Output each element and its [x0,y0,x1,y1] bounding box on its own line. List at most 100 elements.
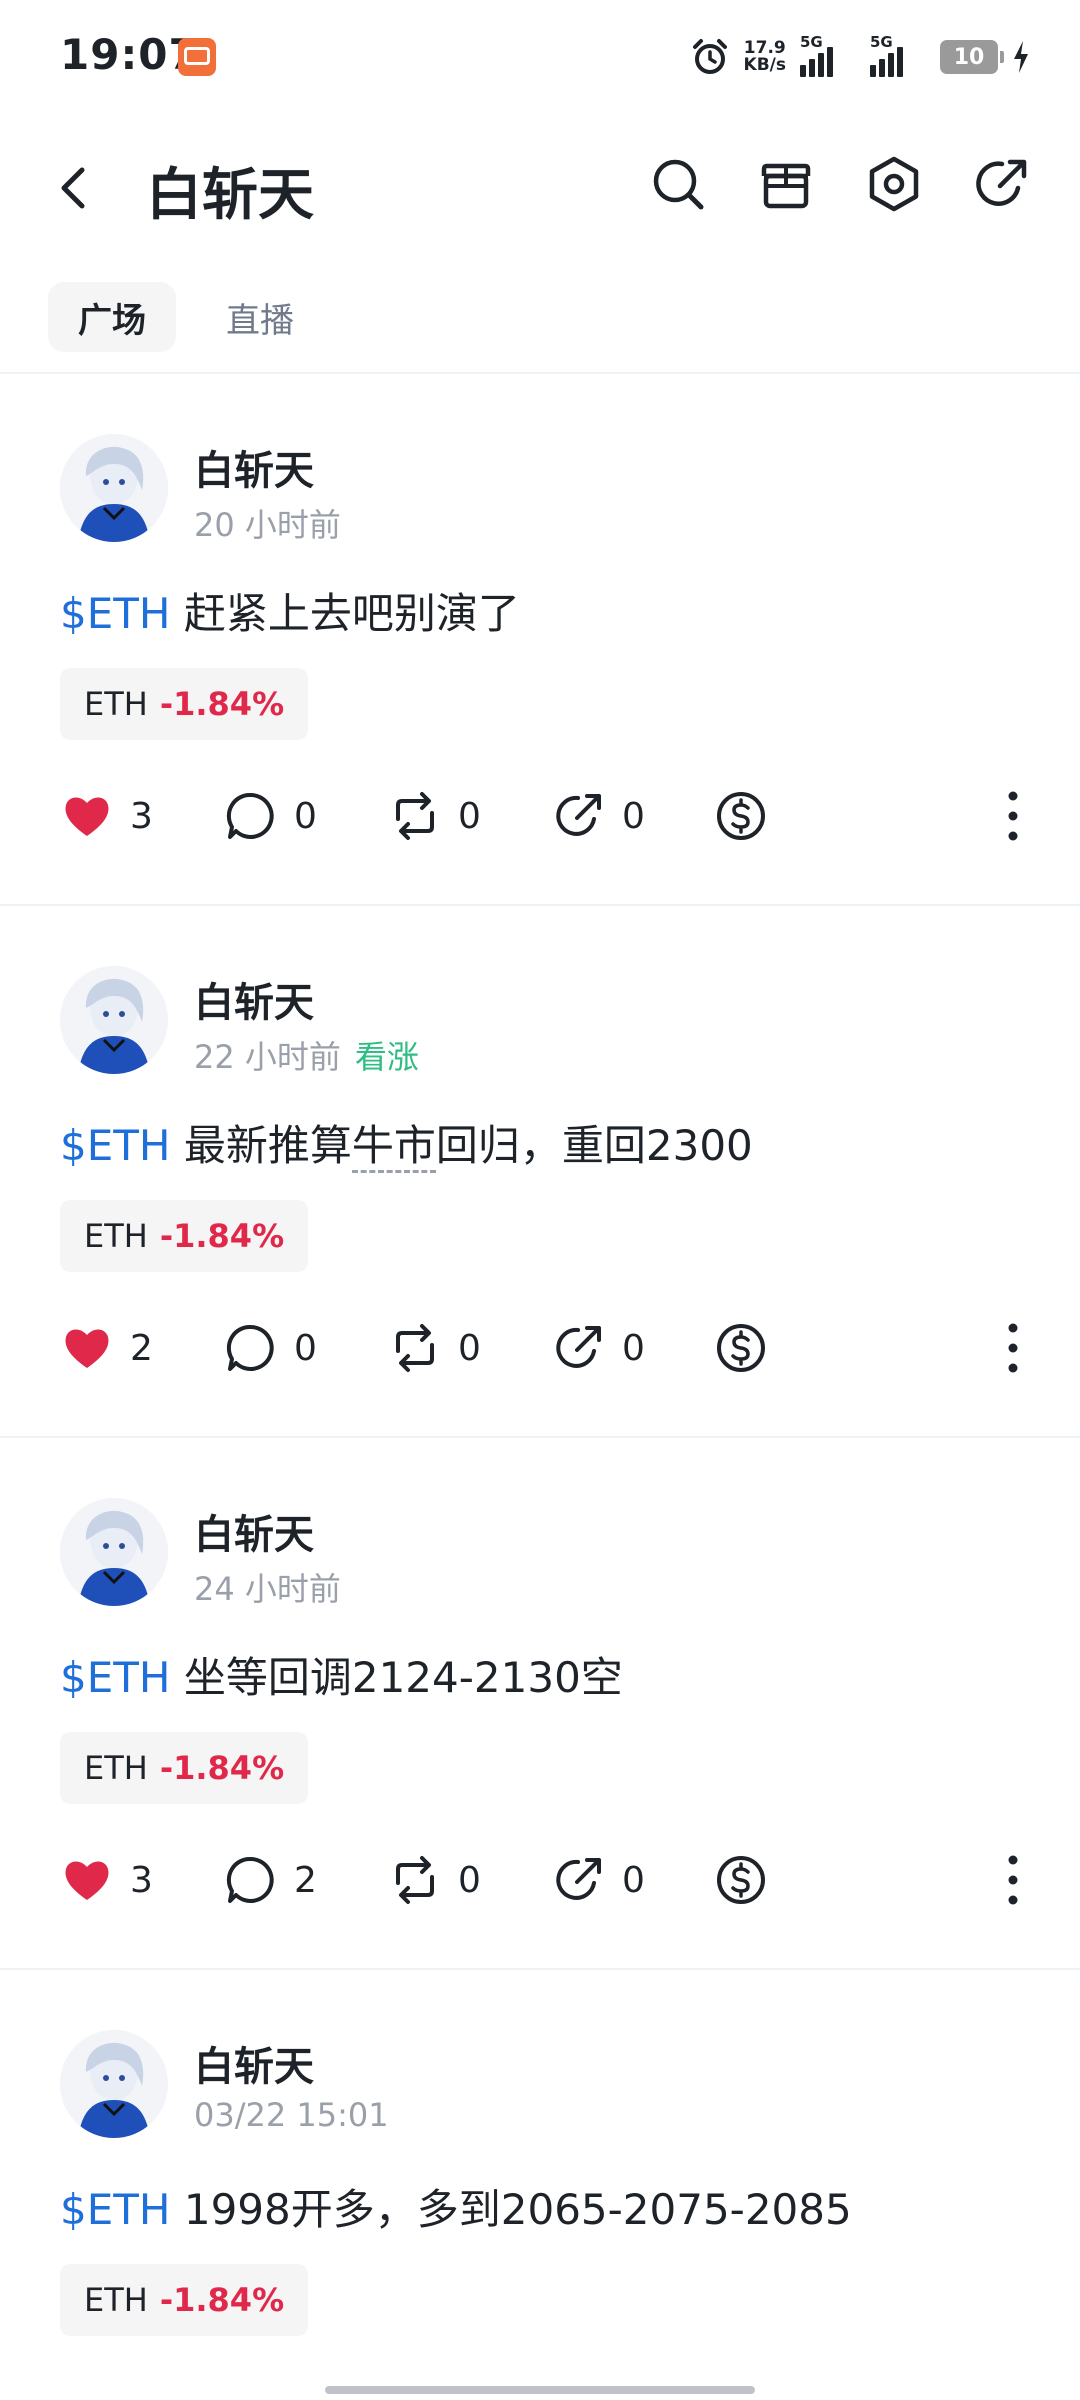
dollar-coin-icon [717,1856,765,1904]
ticker-link[interactable]: $ETH [60,589,171,638]
like-count: 3 [130,795,153,837]
price-chip[interactable]: ETH -1.84% [60,2264,309,2336]
like-button[interactable]: 2 [60,1318,153,1378]
more-icon[interactable] [1006,1854,1020,1906]
tip-button[interactable] [714,786,768,846]
post-text: 1998开多，多到2065-2075-2085 [183,2185,852,2234]
tab-live[interactable]: 直播 [196,282,324,352]
author-name[interactable]: 白斩天 [194,438,314,496]
repost-count: 0 [458,1327,481,1369]
post-time: 03/22 15:01 [194,2096,389,2134]
comment-icon [226,1324,274,1371]
share-button[interactable]: 0 [552,1318,645,1378]
price-chip[interactable]: ETH -1.84% [60,1732,309,1804]
repost-button[interactable]: 0 [388,1318,481,1378]
status-bar: 19:07 17.9 KB/s 5G 5G 10 [0,0,1080,110]
chip-symbol: ETH [84,685,148,723]
comment-count: 0 [294,795,317,837]
post-text: 坐等回调2124-2130空 [183,1653,623,1702]
dollar-coin-icon [717,1324,765,1372]
settings-icon[interactable] [864,154,924,214]
repost-count: 0 [458,1859,481,1901]
tip-button[interactable] [714,1318,768,1378]
home-indicator[interactable] [325,2386,755,2394]
avatar[interactable] [60,1498,168,1606]
author-name[interactable]: 白斩天 [194,2034,314,2092]
back-icon[interactable] [48,158,98,218]
glossary-term[interactable]: 牛市 [351,1121,436,1173]
ticker-link[interactable]: $ETH [60,2185,171,2234]
tip-button[interactable] [714,1850,768,1910]
like-button[interactable]: 3 [60,1850,153,1910]
more-icon[interactable] [1006,790,1020,842]
repost-button[interactable]: 0 [388,786,481,846]
sentiment-badge: 看涨 [354,1038,419,1076]
share-button[interactable]: 0 [552,786,645,846]
share-button[interactable]: 0 [552,1850,645,1910]
dollar-coin-icon [717,792,765,840]
post-feed[interactable]: 白斩天 20 小时前 $ETH 赶紧上去吧别演了 ETH -1.84% 3 0 [0,352,1080,2400]
post-card[interactable]: 白斩天 22 小时前 看涨 $ETH 最新推算牛市回归，重回2300 ETH -… [0,904,1080,1436]
chip-change: -1.84% [159,685,285,723]
app-badge-icon [178,38,216,76]
post-meta: 22 小时前 看涨 [194,1032,419,1078]
post-content: $ETH 1998开多，多到2065-2075-2085 [60,2176,852,2237]
tab-square[interactable]: 广场 [48,282,176,352]
author-name[interactable]: 白斩天 [194,1502,314,1560]
comment-count: 0 [294,1327,317,1369]
post-card[interactable]: 白斩天 03/22 15:01 $ETH 1998开多，多到2065-2075-… [0,1968,1080,2400]
page-title: 白斩天 [146,163,314,228]
repost-icon [396,1324,434,1372]
post-time: 20 小时前 [194,506,341,544]
post-text-after: 回归，重回2300 [435,1121,753,1170]
post-text-before: 最新推算 [183,1121,352,1170]
net-speed: 17.9 KB/s [744,40,786,74]
avatar[interactable] [60,434,168,542]
gift-icon[interactable] [756,154,816,214]
price-chip[interactable]: ETH -1.84% [60,668,309,740]
chip-change: -1.84% [159,1749,285,1787]
like-button[interactable]: 3 [60,786,153,846]
post-actions: 3 0 0 0 [60,786,1020,846]
previous-post-fragment [0,352,1080,372]
signal-icon: 5G [870,33,926,77]
repost-button[interactable]: 0 [388,1850,481,1910]
ticker-link[interactable]: $ETH [60,1121,171,1170]
post-time: 24 小时前 [194,1570,341,1608]
avatar[interactable] [60,966,168,1074]
avatar[interactable] [60,2030,168,2138]
share-icon[interactable] [972,154,1032,214]
alarm-icon [692,39,727,74]
post-text: 最新推算牛市回归，重回2300 [184,1121,753,1173]
post-content: $ETH 最新推算牛市回归，重回2300 [60,1112,753,1173]
comment-button[interactable]: 0 [224,1318,317,1378]
search-icon[interactable] [648,154,708,214]
author-name[interactable]: 白斩天 [194,970,314,1028]
battery-icon: 10 [940,40,1004,74]
share-icon [556,1858,601,1900]
chip-change: -1.84% [159,2281,285,2319]
more-icon[interactable] [1006,1322,1020,1374]
repost-icon [396,792,434,840]
comment-count: 2 [294,1859,317,1901]
comment-button[interactable]: 0 [224,786,317,846]
like-count: 2 [130,1327,153,1369]
post-actions: 3 2 0 0 [60,1850,1020,1910]
share-icon [556,1326,601,1368]
comment-icon [226,1856,274,1903]
heart-icon [65,797,109,836]
share-count: 0 [622,795,645,837]
comment-icon [226,792,274,839]
price-chip[interactable]: ETH -1.84% [60,1200,309,1272]
heart-icon [65,1329,109,1368]
share-count: 0 [622,1859,645,1901]
share-count: 0 [622,1327,645,1369]
post-text: 赶紧上去吧别演了 [183,589,520,638]
comment-button[interactable]: 2 [224,1850,317,1910]
ticker-link[interactable]: $ETH [60,1653,171,1702]
post-content: $ETH 坐等回调2124-2130空 [60,1644,623,1705]
post-card[interactable]: 白斩天 24 小时前 $ETH 坐等回调2124-2130空 ETH -1.84… [0,1436,1080,1968]
post-card[interactable]: 白斩天 20 小时前 $ETH 赶紧上去吧别演了 ETH -1.84% 3 0 [0,372,1080,904]
page-header: 白斩天 [0,130,1080,240]
signal-icon: 5G [800,33,856,77]
